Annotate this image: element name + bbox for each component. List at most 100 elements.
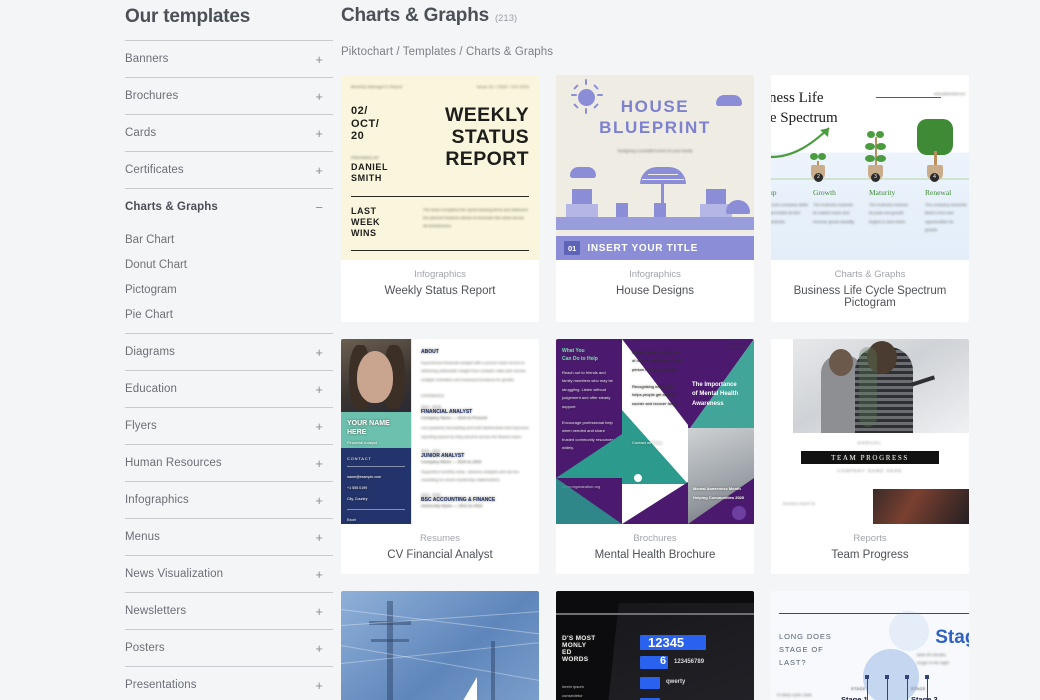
templates-page: Our templates Banners + Brochures + Card… bbox=[0, 0, 1040, 700]
sidebar-item-presentations[interactable]: Presentations + bbox=[125, 666, 333, 700]
card-caption: Infographics House Designs bbox=[556, 260, 754, 310]
card-category: Reports bbox=[853, 533, 887, 544]
plus-icon: + bbox=[315, 162, 323, 178]
sidebar-item-label: Infographics bbox=[125, 494, 189, 506]
template-thumbnail[interactable]: LONG DOES STAGE OF LAST? Stage lasts 45 … bbox=[771, 591, 969, 700]
template-thumbnail[interactable]: siness Life cle Spectrum www.piktochart.… bbox=[771, 75, 969, 260]
plus-icon: + bbox=[315, 344, 323, 360]
plus-icon: + bbox=[315, 455, 323, 471]
sidebar-item-flyers[interactable]: Flyers + bbox=[125, 407, 333, 444]
template-thumbnail[interactable]: ANNUAL TEAM PROGRESS COMPANY NAME HERE H… bbox=[771, 339, 969, 524]
stage-text: The business expands its market reach an… bbox=[813, 202, 855, 224]
sidebar-item-newsletters[interactable]: Newsletters + bbox=[125, 592, 333, 629]
cv-contact-heading: CONTACT bbox=[347, 456, 372, 461]
page-title: Charts & Graphs bbox=[341, 5, 489, 26]
template-card-cv-financial-analyst[interactable]: YOUR NAME HERE Financial Analyst CONTACT… bbox=[341, 339, 539, 574]
sidebar-item-infographics[interactable]: Infographics + bbox=[125, 481, 333, 518]
thumb-bar-title: INSERT YOUR TITLE bbox=[587, 242, 698, 254]
sidebar-item-news-visualization[interactable]: News Visualization + bbox=[125, 555, 333, 592]
sidebar-item-label: Charts & Graphs bbox=[125, 201, 218, 213]
sidebar-subitem-bar-chart[interactable]: Bar Chart bbox=[125, 227, 333, 252]
decorative-triangle bbox=[451, 677, 477, 700]
sidebar-item-menus[interactable]: Menus + bbox=[125, 518, 333, 555]
thumb-title-bar: 01 INSERT YOUR TITLE bbox=[556, 236, 754, 260]
card-caption: Resumes CV Financial Analyst bbox=[341, 524, 539, 574]
sidebar-title: Our templates bbox=[125, 6, 251, 27]
plus-icon: + bbox=[315, 529, 323, 545]
sidebar-subitem-pie-chart[interactable]: Pie Chart bbox=[125, 302, 333, 327]
template-card-row3-1[interactable] bbox=[341, 591, 539, 700]
sidebar-item-label: News Visualization bbox=[125, 568, 224, 580]
template-card-row3-2[interactable]: D'S MOST MONLY ED WORDS 12345 6 12345678… bbox=[556, 591, 754, 700]
sidebar-item-banners[interactable]: Banners + bbox=[125, 40, 333, 77]
stage-label: Renewal bbox=[925, 188, 952, 197]
thumb-number: 01 bbox=[564, 241, 581, 255]
stage-text: A new company starts and builds its firs… bbox=[771, 202, 809, 224]
secondary-photo bbox=[873, 489, 969, 524]
plus-icon: + bbox=[315, 88, 323, 104]
template-thumbnail[interactable]: Monthly Manager's Report Issue 01 / 2020… bbox=[341, 75, 539, 260]
sidebar-item-label: Education bbox=[125, 383, 178, 395]
team-band-title: TEAM PROGRESS bbox=[831, 453, 909, 462]
sidebar-item-human-resources[interactable]: Human Resources + bbox=[125, 444, 333, 481]
portrait-photo bbox=[341, 339, 411, 412]
card-name: House Designs bbox=[616, 285, 694, 297]
template-thumbnail[interactable]: YOUR NAME HERE Financial Analyst CONTACT… bbox=[341, 339, 539, 524]
page-header: Charts & Graphs (213) bbox=[341, 0, 969, 27]
thumb-body-text: The team completed the sprint backlog it… bbox=[423, 206, 528, 229]
minus-icon: − bbox=[315, 199, 323, 215]
brochure-logo: YOUR LOGO bbox=[726, 345, 748, 349]
sidebar-item-diagrams[interactable]: Diagrams + bbox=[125, 333, 333, 370]
sidebar-item-label: Flyers bbox=[125, 420, 157, 432]
thumb-watermark: www.piktochart.com bbox=[933, 92, 965, 96]
template-card-team-progress[interactable]: ANNUAL TEAM PROGRESS COMPANY NAME HERE H… bbox=[771, 339, 969, 574]
sidebar-subitem-pictogram[interactable]: Pictogram bbox=[125, 277, 333, 302]
stage-number: 2 bbox=[814, 173, 823, 182]
thumb-subtitle: Designing a beautiful home for your fami… bbox=[617, 148, 693, 153]
template-thumbnail[interactable]: HOUSE BLUEPRINT Designing a beautiful ho… bbox=[556, 75, 754, 260]
category-nav: Banners + Brochures + Cards + Certificat… bbox=[125, 40, 333, 700]
cv-role: Financial Analyst bbox=[347, 440, 378, 446]
template-thumbnail[interactable] bbox=[341, 591, 539, 700]
card-name: Team Progress bbox=[831, 549, 909, 561]
team-corner-label: HIGHLIGHTS bbox=[783, 501, 816, 506]
sidebar-item-charts-graphs[interactable]: Charts & Graphs − bbox=[125, 188, 333, 225]
sidebar-item-cards[interactable]: Cards + bbox=[125, 114, 333, 151]
template-thumbnail[interactable]: What You Can Do to Help Reach out to fri… bbox=[556, 339, 754, 524]
main-content: Charts & Graphs (213) Piktochart / Templ… bbox=[333, 0, 1040, 700]
sidebar-item-posters[interactable]: Posters + bbox=[125, 629, 333, 666]
card-name: Mental Health Brochure bbox=[594, 549, 716, 561]
thumb-date: 02/ OCT/ 20 bbox=[351, 105, 380, 143]
card-category: Infographics bbox=[629, 269, 681, 280]
sidebar-item-label: Posters bbox=[125, 642, 165, 654]
template-card-house-designs[interactable]: HOUSE BLUEPRINT Designing a beautiful ho… bbox=[556, 75, 754, 322]
card-name: CV Financial Analyst bbox=[387, 549, 493, 561]
plus-icon: + bbox=[315, 51, 323, 67]
sidebar-item-education[interactable]: Education + bbox=[125, 370, 333, 407]
template-grid: Monthly Manager's Report Issue 01 / 2020… bbox=[341, 75, 969, 700]
template-thumbnail[interactable]: D'S MOST MONLY ED WORDS 12345 6 12345678… bbox=[556, 591, 754, 700]
brochure-title: The Importance of Mental Health Awarenes… bbox=[692, 382, 739, 407]
plus-icon: + bbox=[315, 125, 323, 141]
card-caption: Charts & Graphs Business Life Cycle Spec… bbox=[771, 260, 969, 322]
sidebar-item-certificates[interactable]: Certificates + bbox=[125, 151, 333, 188]
card-caption: Reports Team Progress bbox=[771, 524, 969, 574]
template-card-mental-health-brochure[interactable]: What You Can Do to Help Reach out to fri… bbox=[556, 339, 754, 574]
sidebar-item-label: Human Resources bbox=[125, 457, 222, 469]
template-card-row3-3[interactable]: LONG DOES STAGE OF LAST? Stage lasts 45 … bbox=[771, 591, 969, 700]
template-card-weekly-status-report[interactable]: Monthly Manager's Report Issue 01 / 2020… bbox=[341, 75, 539, 322]
sidebar-subitem-donut-chart[interactable]: Donut Chart bbox=[125, 252, 333, 277]
breadcrumb: Piktochart / Templates / Charts & Graphs bbox=[341, 46, 554, 58]
row3-value-3: 123456789 bbox=[674, 659, 705, 665]
thumb-meta-right: Issue 01 / 2020 / Oct 2020 bbox=[476, 84, 529, 89]
card-category: Infographics bbox=[414, 269, 466, 280]
card-name: Weekly Status Report bbox=[384, 285, 496, 297]
row3-card3-big: Stage bbox=[935, 627, 969, 648]
template-card-business-life-cycle[interactable]: siness Life cle Spectrum www.piktochart.… bbox=[771, 75, 969, 322]
card-caption: Infographics Weekly Status Report bbox=[341, 260, 539, 310]
brochure-panel-title: What You Can Do to Help bbox=[562, 348, 598, 362]
card-category: Resumes bbox=[419, 533, 461, 544]
row3-card2-lines: D'S MOST MONLY ED WORDS bbox=[562, 635, 596, 663]
thumb-prepared-by: PREPARED BY bbox=[351, 154, 380, 160]
sidebar-item-brochures[interactable]: Brochures + bbox=[125, 77, 333, 114]
